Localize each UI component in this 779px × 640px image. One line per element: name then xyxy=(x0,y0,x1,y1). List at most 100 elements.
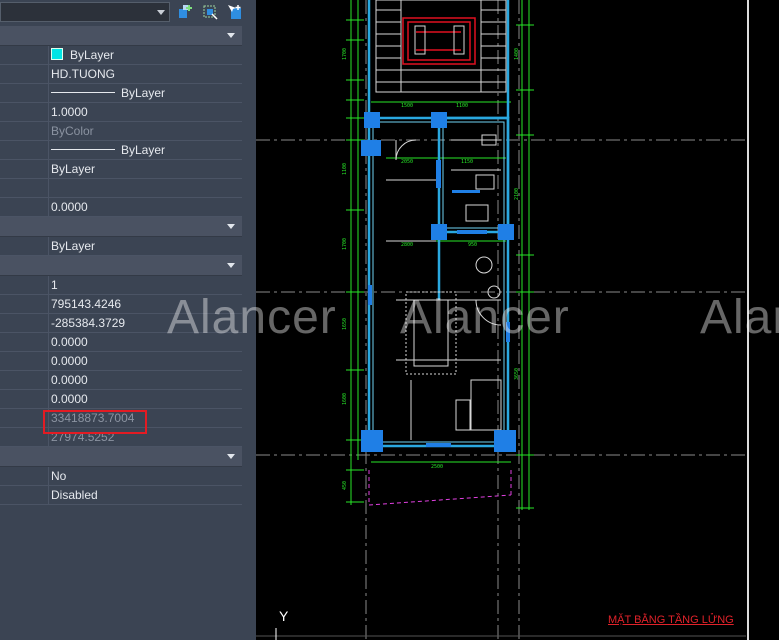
property-value-text: 795143.4246 xyxy=(51,297,122,311)
watermark: Alancer xyxy=(700,291,779,344)
property-value[interactable]: 0.0000 xyxy=(51,392,88,406)
object-type-dropdown[interactable] xyxy=(0,2,170,22)
property-row[interactable]: ByLayer xyxy=(0,141,242,160)
property-label-cell xyxy=(0,333,49,351)
property-value-text: ByLayer xyxy=(121,143,166,157)
property-value[interactable]: ByLayer xyxy=(51,48,114,62)
property-value-text: ByColor xyxy=(51,124,94,138)
color-swatch xyxy=(51,48,63,60)
property-label-cell xyxy=(0,371,49,389)
ucs-y-label: Y xyxy=(279,608,289,624)
highlight-box xyxy=(43,410,147,434)
svg-text:1650: 1650 xyxy=(342,318,348,330)
property-value[interactable]: 1 xyxy=(51,278,58,292)
property-label-cell xyxy=(0,295,49,313)
svg-text:1100: 1100 xyxy=(456,103,468,109)
toggle-pickadd-icon[interactable] xyxy=(225,3,243,21)
property-label-cell xyxy=(0,141,49,159)
property-value[interactable]: No xyxy=(51,469,66,483)
property-label-cell xyxy=(0,237,49,255)
drawing-canvas[interactable]: 1700 1100 1700 1650 1600 450 1400 2100 3… xyxy=(167,0,779,640)
quick-select-icon[interactable] xyxy=(177,3,195,21)
property-row[interactable]: 1.0000 xyxy=(0,103,242,122)
property-value[interactable]: 0.0000 xyxy=(51,200,88,214)
property-row[interactable]: ByColor xyxy=(0,122,242,141)
svg-text:450: 450 xyxy=(342,481,348,490)
svg-text:1150: 1150 xyxy=(461,159,473,165)
property-row[interactable]: No xyxy=(0,467,242,486)
property-label-cell xyxy=(0,46,49,64)
property-value-text: 0.0000 xyxy=(51,373,88,387)
property-value-text: ByLayer xyxy=(51,162,96,176)
property-label-cell xyxy=(0,122,49,140)
property-value[interactable]: ByLayer xyxy=(51,86,165,100)
plan-title[interactable]: MẶT BẰNG TẦNG LỬNG xyxy=(608,614,734,626)
property-section-header[interactable] xyxy=(0,217,242,237)
chevron-down-icon xyxy=(157,10,165,15)
property-label-cell xyxy=(0,160,49,178)
property-value[interactable]: 0.0000 xyxy=(51,335,88,349)
property-label-cell xyxy=(0,314,49,332)
property-label-cell xyxy=(0,409,49,427)
chevron-down-icon[interactable] xyxy=(227,224,235,229)
property-label-cell xyxy=(0,65,49,83)
property-row[interactable]: ByLayer xyxy=(0,84,242,103)
property-label-cell xyxy=(0,276,49,294)
property-value[interactable]: Disabled xyxy=(51,488,98,502)
palette-toolbar xyxy=(0,0,256,26)
watermark: Alancer xyxy=(167,291,337,344)
chevron-down-icon[interactable] xyxy=(227,33,235,38)
property-row[interactable]: 0.0000 xyxy=(0,371,242,390)
property-value[interactable]: 1.0000 xyxy=(51,105,88,119)
svg-text:1500: 1500 xyxy=(401,103,413,109)
svg-text:3650: 3650 xyxy=(514,368,520,380)
property-value-text: ByLayer xyxy=(121,86,166,100)
svg-text:1400: 1400 xyxy=(514,48,520,60)
property-value-text: ByLayer xyxy=(51,239,96,253)
property-value-text: ByLayer xyxy=(70,48,115,62)
property-row[interactable]: HD.TUONG xyxy=(0,65,242,84)
property-value[interactable]: HD.TUONG xyxy=(51,67,115,81)
select-objects-icon[interactable] xyxy=(201,3,219,21)
property-label-cell xyxy=(0,467,49,485)
svg-text:2500: 2500 xyxy=(431,464,443,470)
property-row[interactable]: 0.0000 xyxy=(0,352,242,371)
property-value-text: 1 xyxy=(51,278,58,292)
property-label-cell xyxy=(0,84,49,102)
linetype-preview xyxy=(51,92,115,93)
chevron-down-icon[interactable] xyxy=(227,454,235,459)
property-value[interactable]: ByLayer xyxy=(51,239,95,253)
property-value[interactable]: 0.0000 xyxy=(51,373,88,387)
property-row[interactable]: Disabled xyxy=(0,486,242,505)
property-row[interactable]: 0.0000 xyxy=(0,390,242,409)
property-section-header[interactable] xyxy=(0,26,242,46)
property-value-text: 0.0000 xyxy=(51,354,88,368)
property-section-header[interactable] xyxy=(0,256,242,276)
svg-text:2100: 2100 xyxy=(514,188,520,200)
chevron-down-icon[interactable] xyxy=(227,263,235,268)
property-value[interactable]: ByLayer xyxy=(51,143,165,157)
svg-text:1600: 1600 xyxy=(342,393,348,405)
property-value[interactable]: 0.0000 xyxy=(51,354,88,368)
property-row[interactable]: ByLayer xyxy=(0,160,242,179)
property-row[interactable] xyxy=(0,179,242,198)
svg-text:2050: 2050 xyxy=(401,159,413,165)
property-label-cell xyxy=(0,352,49,370)
property-row[interactable]: 0.0000 xyxy=(0,198,242,217)
property-row[interactable]: ByLayer xyxy=(0,46,242,65)
svg-text:2800: 2800 xyxy=(401,242,413,248)
property-value[interactable]: -285384.3729 xyxy=(51,316,125,330)
svg-text:950: 950 xyxy=(468,242,477,248)
svg-text:1700: 1700 xyxy=(342,48,348,60)
property-value[interactable]: ByLayer xyxy=(51,162,95,176)
property-section-header[interactable] xyxy=(0,447,242,467)
property-value[interactable]: 795143.4246 xyxy=(51,297,121,311)
svg-text:1700: 1700 xyxy=(342,238,348,250)
linetype-preview xyxy=(51,149,115,150)
property-label-cell xyxy=(0,198,49,216)
property-label-cell xyxy=(0,428,49,446)
property-value[interactable]: ByColor xyxy=(51,124,94,138)
property-value-text: 1.0000 xyxy=(51,105,88,119)
property-row[interactable]: ByLayer xyxy=(0,237,242,256)
property-value-text: 0.0000 xyxy=(51,335,88,349)
